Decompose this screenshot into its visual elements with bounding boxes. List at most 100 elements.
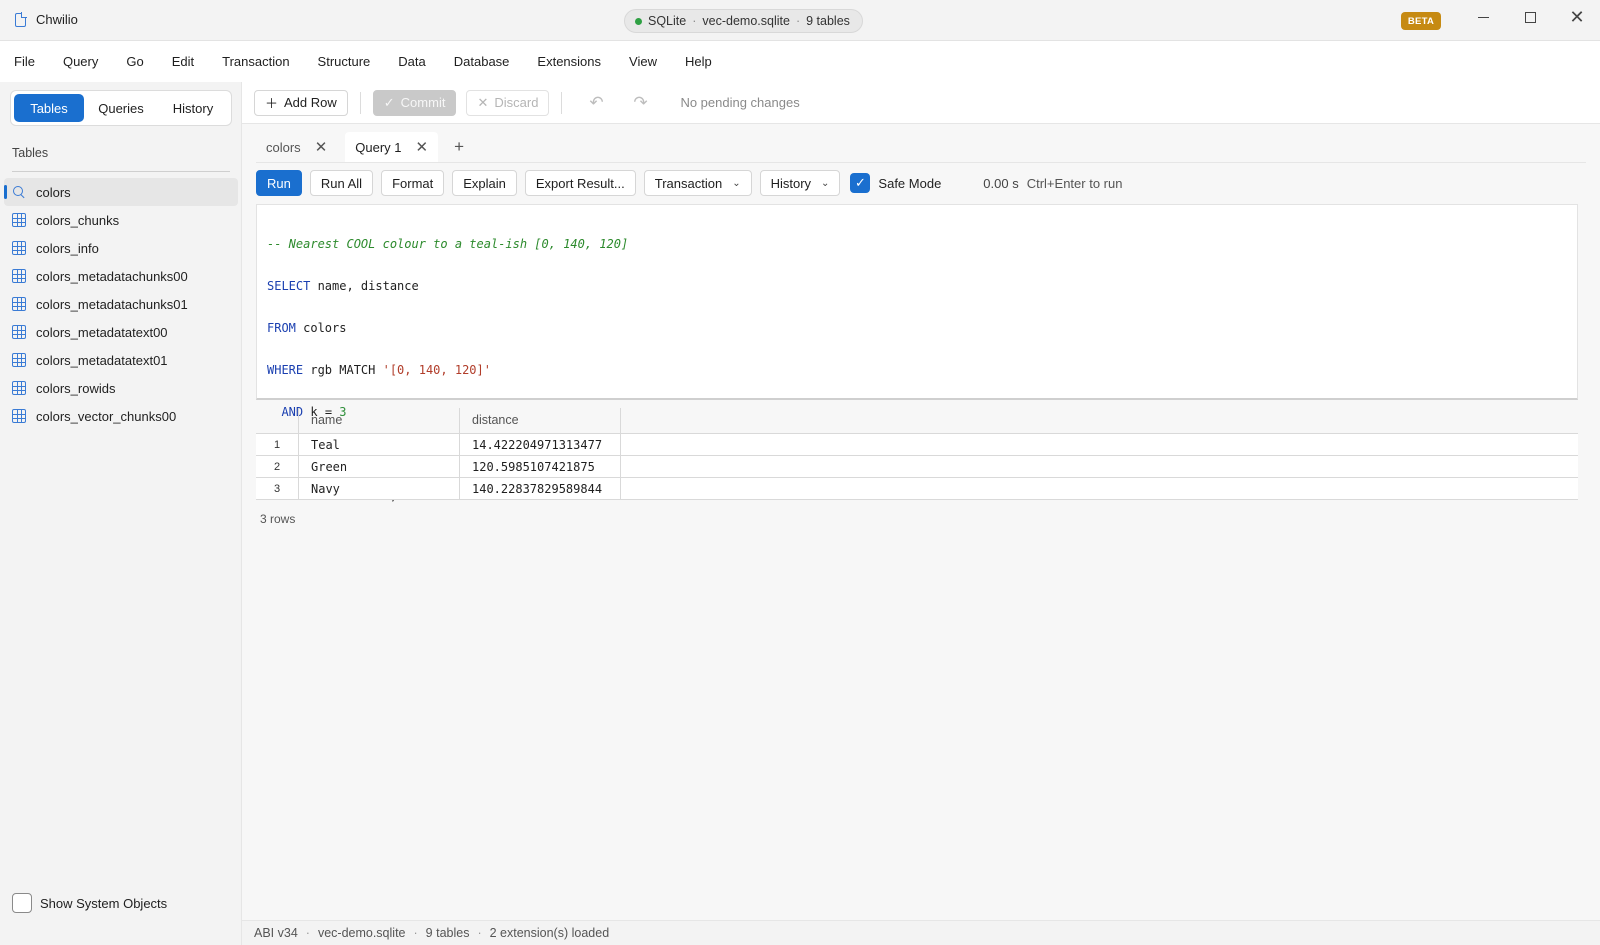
commit-button[interactable]: ✓ Commit bbox=[372, 89, 457, 116]
column-header-distance[interactable]: distance bbox=[460, 408, 621, 433]
table-icon bbox=[12, 325, 26, 339]
show-system-objects-toggle[interactable]: Show System Objects bbox=[12, 893, 167, 913]
table-item-colors-metadatachunks00[interactable]: colors_metadatachunks00 bbox=[4, 262, 238, 290]
table-item-colors-metadatatext00[interactable]: colors_metadatatext00 bbox=[4, 318, 238, 346]
table-icon bbox=[12, 213, 26, 227]
menu-query[interactable]: Query bbox=[63, 54, 112, 69]
run-shortcut-hint: Ctrl+Enter to run bbox=[1026, 175, 1123, 191]
code-line: WHERE rgb MATCH '[0, 140, 120]' bbox=[267, 363, 491, 377]
menu-bar: File Query Go Edit Transaction Structure… bbox=[0, 41, 1600, 82]
format-button[interactable]: Format bbox=[381, 170, 445, 196]
connection-file: vec-demo.sqlite bbox=[702, 14, 790, 28]
cell-name[interactable]: Green bbox=[299, 456, 460, 477]
minimize-button[interactable] bbox=[1460, 0, 1506, 34]
maximize-button[interactable] bbox=[1507, 0, 1553, 34]
app-title: Chwilio bbox=[36, 12, 78, 27]
table-item-colors-rowids[interactable]: colors_rowids bbox=[4, 374, 238, 402]
segment-queries[interactable]: Queries bbox=[86, 94, 156, 122]
menu-database[interactable]: Database bbox=[454, 54, 524, 69]
query-workspace: colors ✕ Query 1 ✕ + Run Run All Format … bbox=[242, 124, 1600, 920]
table-item-colors-metadatachunks01[interactable]: colors_metadatachunks01 bbox=[4, 290, 238, 318]
menu-view[interactable]: View bbox=[629, 54, 671, 69]
menu-transaction[interactable]: Transaction bbox=[222, 54, 303, 69]
beta-badge: BETA bbox=[1401, 12, 1441, 30]
safe-mode-label: Safe Mode bbox=[878, 175, 942, 191]
explain-button[interactable]: Explain bbox=[452, 170, 517, 196]
cell-distance[interactable]: 14.422204971313477 bbox=[460, 434, 621, 455]
results-header: name distance bbox=[256, 408, 1578, 434]
table-item-label: colors_metadatatext01 bbox=[36, 352, 168, 368]
cell-distance[interactable]: 120.5985107421875 bbox=[460, 456, 621, 477]
status-table-count: 9 tables bbox=[425, 926, 470, 940]
table-icon bbox=[12, 241, 26, 255]
system-objects-checkbox[interactable] bbox=[12, 893, 32, 913]
close-icon: ✕ bbox=[1569, 7, 1585, 27]
table-item-colors-metadatatext01[interactable]: colors_metadatatext01 bbox=[4, 346, 238, 374]
table-item-colors[interactable]: colors bbox=[4, 178, 238, 206]
export-result-button[interactable]: Export Result... bbox=[524, 170, 636, 196]
sql-editor[interactable]: -- Nearest COOL colour to a teal-ish [0,… bbox=[256, 204, 1578, 503]
query-toolbar: Run Run All Format Explain Export Result… bbox=[256, 170, 1122, 196]
editor-tabs: colors ✕ Query 1 ✕ + bbox=[256, 132, 472, 162]
add-row-button[interactable]: ＋ Add Row bbox=[254, 89, 348, 116]
check-icon: ✓ bbox=[383, 94, 395, 110]
table-item-label: colors_info bbox=[36, 240, 99, 256]
cell-distance[interactable]: 140.22837829589844 bbox=[460, 478, 621, 499]
table-item-colors-chunks[interactable]: colors_chunks bbox=[4, 206, 238, 234]
table-item-label: colors_rowids bbox=[36, 380, 116, 396]
table-item-colors-vector-chunks00[interactable]: colors_vector_chunks00 bbox=[4, 402, 238, 430]
show-system-objects-label: Show System Objects bbox=[40, 895, 168, 911]
safe-mode-toggle[interactable]: ✓ Safe Mode bbox=[850, 173, 941, 193]
transaction-dropdown[interactable]: Transaction ⌄ bbox=[643, 170, 752, 196]
column-header-name[interactable]: name bbox=[299, 408, 460, 433]
sidebar-heading: Tables bbox=[12, 146, 49, 160]
table-icon bbox=[12, 297, 26, 311]
table-item-colors-info[interactable]: colors_info bbox=[4, 234, 238, 262]
menu-structure[interactable]: Structure bbox=[318, 54, 385, 69]
menu-extensions[interactable]: Extensions bbox=[537, 54, 615, 69]
cell-name[interactable]: Teal bbox=[299, 434, 460, 455]
row-count: 3 rows bbox=[260, 512, 296, 526]
minimize-icon bbox=[1477, 16, 1489, 18]
tab-query-1[interactable]: Query 1 ✕ bbox=[345, 132, 439, 162]
connection-pill[interactable]: SQLite · vec-demo.sqlite · 9 tables bbox=[624, 9, 863, 33]
menu-data[interactable]: Data bbox=[398, 54, 439, 69]
query-timing: 0.00 s bbox=[983, 175, 1019, 191]
table-icon bbox=[12, 409, 26, 423]
document-icon bbox=[15, 12, 27, 27]
menu-file[interactable]: File bbox=[14, 54, 49, 69]
table-row[interactable]: 3 Navy 140.22837829589844 bbox=[256, 478, 1578, 500]
code-line: -- Nearest COOL colour to a teal-ish [0,… bbox=[267, 237, 629, 251]
menu-edit[interactable]: Edit bbox=[172, 54, 208, 69]
pending-changes-status: No pending changes bbox=[680, 95, 800, 110]
table-row[interactable]: 2 Green 120.5985107421875 bbox=[256, 456, 1578, 478]
connected-status-icon bbox=[635, 17, 642, 25]
redo-icon[interactable]: ↷ bbox=[630, 93, 650, 113]
sidebar-segmented-control: Tables Queries History bbox=[10, 90, 232, 126]
discard-button[interactable]: ✕ Discard bbox=[466, 89, 550, 116]
row-number-header bbox=[256, 408, 299, 433]
sidebar: Tables Queries History Tables colors col… bbox=[0, 82, 242, 945]
close-tab-icon[interactable]: ✕ bbox=[315, 138, 328, 156]
tab-colors[interactable]: colors ✕ bbox=[256, 132, 337, 162]
connection-table-count: 9 tables bbox=[806, 14, 850, 28]
cell-name[interactable]: Navy bbox=[299, 478, 460, 499]
table-row[interactable]: 1 Teal 14.422204971313477 bbox=[256, 434, 1578, 456]
row-number: 2 bbox=[256, 456, 299, 477]
menu-go[interactable]: Go bbox=[126, 54, 157, 69]
history-dropdown[interactable]: History ⌄ bbox=[759, 170, 841, 196]
segment-tables[interactable]: Tables bbox=[14, 94, 84, 122]
table-list: colors colors_chunks colors_info colors_… bbox=[4, 178, 238, 430]
run-button[interactable]: Run bbox=[256, 170, 302, 196]
status-extensions: 2 extension(s) loaded bbox=[489, 926, 610, 940]
safe-mode-checkbox[interactable]: ✓ bbox=[850, 173, 871, 193]
close-window-button[interactable]: ✕ bbox=[1554, 0, 1600, 34]
chevron-down-icon: ⌄ bbox=[821, 177, 830, 189]
menu-help[interactable]: Help bbox=[685, 54, 726, 69]
plus-icon: ＋ bbox=[265, 96, 279, 111]
run-all-button[interactable]: Run All bbox=[309, 170, 374, 196]
undo-icon[interactable]: ↶ bbox=[586, 93, 606, 113]
add-tab-icon[interactable]: + bbox=[446, 132, 472, 162]
close-tab-icon[interactable]: ✕ bbox=[416, 138, 429, 156]
segment-history[interactable]: History bbox=[158, 94, 228, 122]
